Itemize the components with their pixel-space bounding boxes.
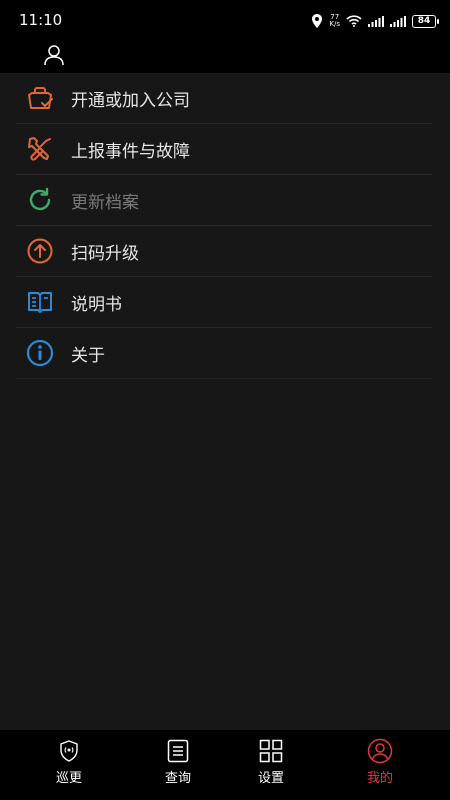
menu-item-open-company[interactable]: 开通或加入公司 [16,73,432,124]
status-icons: 77 K/s 84 [311,12,439,30]
tab-label: 我的 [366,771,393,786]
speed-unit: K/s [329,20,340,28]
arrow-up-circle-icon [25,236,55,266]
menu-label: 更新档案 [71,192,139,213]
signal-icon [368,15,384,27]
battery-level: 84 [417,15,431,26]
menu-label: 扫码升级 [71,243,139,264]
info-icon [25,338,55,368]
tab-label: 设置 [257,771,284,786]
network-speed: 77 K/s [329,14,340,28]
menu-list: 开通或加入公司 上报事件与故障 更新档案 扫码升级 说明书 关于 [16,73,432,379]
wrench-screwdriver-icon [25,134,55,164]
tab-label: 巡更 [55,771,82,786]
status-time: 11:10 [19,11,63,29]
location-icon [312,14,323,28]
shield-signal-icon [56,738,82,764]
menu-label: 说明书 [71,294,122,315]
status-bar: 11:10 77 K/s 84 [0,0,450,40]
tab-label: 查询 [164,771,191,786]
grid-icon [258,738,284,764]
battery-icon: 84 [412,14,439,28]
refresh-icon [25,185,55,215]
menu-label: 关于 [71,345,105,366]
tab-settings[interactable]: 设置 [236,730,306,800]
menu-item-update-profile[interactable]: 更新档案 [16,175,432,226]
menu-item-report-fault[interactable]: 上报事件与故障 [16,124,432,175]
briefcase-check-icon [25,83,55,113]
wifi-icon [346,15,362,27]
bottom-tab-bar: 巡更 查询 设置 我的 [0,730,450,800]
menu-item-manual[interactable]: 说明书 [16,277,432,328]
tab-patrol[interactable]: 巡更 [34,730,104,800]
menu-item-scan-upgrade[interactable]: 扫码升级 [16,226,432,277]
header [0,40,450,73]
tab-query[interactable]: 查询 [143,730,213,800]
user-icon[interactable] [42,43,66,67]
menu-item-about[interactable]: 关于 [16,328,432,379]
book-icon [25,287,55,317]
menu-label: 开通或加入公司 [71,90,190,111]
menu-label: 上报事件与故障 [71,141,190,162]
list-document-icon [165,738,191,764]
user-circle-icon [367,738,393,764]
signal-icon [390,15,406,27]
tab-mine[interactable]: 我的 [345,730,415,800]
